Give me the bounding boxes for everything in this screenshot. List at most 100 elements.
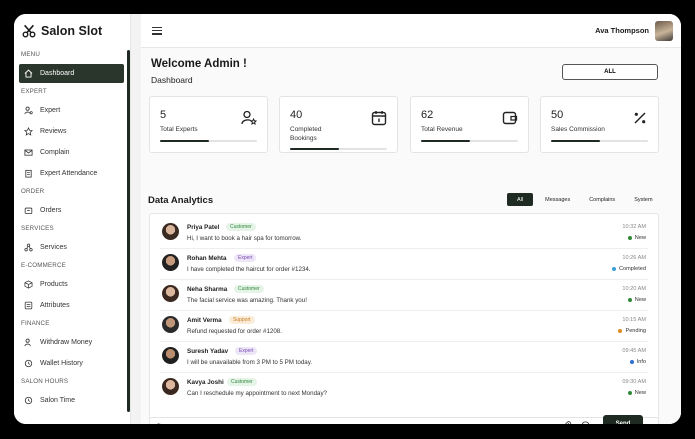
- message-time: 10:20 AM: [622, 286, 646, 292]
- list-item[interactable]: Neha Sharma Customer The facial service …: [160, 280, 648, 311]
- section-finance: FINANCE: [21, 320, 50, 327]
- history-icon: [24, 359, 33, 368]
- stat-value: 62: [421, 109, 434, 121]
- list-item[interactable]: Amit Verma Support Refund requested for …: [160, 311, 648, 342]
- sidebar-item-label: Dashboard: [40, 70, 75, 77]
- section-menu: MENU: [21, 51, 41, 58]
- status-badge: Info: [629, 359, 646, 365]
- stat-progress: [290, 148, 387, 150]
- cube-icon: [24, 280, 33, 289]
- role-badge: Customer: [227, 378, 257, 386]
- tab-messages[interactable]: Messages: [538, 193, 577, 206]
- stat-progress: [160, 140, 257, 142]
- status-label: Completed: [618, 266, 646, 272]
- status-dot: [629, 360, 634, 364]
- message-composer: Send: [149, 415, 659, 424]
- stat-card-sales-commission: 50 Sales Commission: [540, 96, 659, 153]
- status-dot: [627, 391, 632, 395]
- sidebar-item-label: Complain: [40, 149, 70, 156]
- status-label: Info: [636, 359, 646, 365]
- avatar: [655, 20, 673, 41]
- emoji-icon[interactable]: [581, 421, 590, 424]
- status-dot: [627, 236, 632, 240]
- role-badge: Customer: [226, 223, 256, 231]
- sidebar-item-services[interactable]: Services: [19, 238, 124, 257]
- mail-icon: [24, 149, 33, 156]
- status-dot: [611, 267, 616, 271]
- tab-complains[interactable]: Complains: [582, 193, 622, 206]
- message-time: 09:30 AM: [622, 379, 646, 385]
- message-time: 10:15 AM: [622, 317, 646, 323]
- status-badge: New: [627, 297, 646, 303]
- stat-value: 50: [551, 109, 564, 121]
- send-button[interactable]: Send: [603, 415, 643, 424]
- all-filter-button[interactable]: ALL: [562, 64, 658, 80]
- app-window: Salon Slot MENU Dashboard EXPERT Expert …: [14, 14, 681, 424]
- stat-progress-fill: [551, 140, 600, 142]
- paperclip-icon[interactable]: [563, 421, 572, 424]
- avatar: [162, 285, 179, 302]
- stat-card-total-experts: 5 Total Experts: [149, 96, 268, 153]
- sidebar-item-attributes[interactable]: Attributes: [19, 296, 124, 315]
- sidebar-item-expert[interactable]: Expert: [19, 101, 124, 120]
- stat-label: Sales Commission: [551, 126, 605, 133]
- list-item[interactable]: Kavya Joshi Customer Can I reschedule my…: [160, 373, 648, 404]
- sidebar-item-label: Salon Time: [40, 397, 76, 404]
- status-label: New: [634, 297, 646, 303]
- analytics-filter-tabs: All Messages Complains System: [507, 193, 660, 206]
- sidebar-item-salon-time[interactable]: Salon Time: [19, 391, 124, 410]
- user-star-icon: [241, 110, 257, 126]
- stat-label: Total Experts: [160, 126, 198, 133]
- list-item[interactable]: Priya Patel Customer Hi, I want to book …: [160, 218, 648, 249]
- sidebar-item-orders[interactable]: Orders: [19, 201, 124, 220]
- message-text: Refund requested for order #1208.: [187, 328, 282, 335]
- sidebar-item-dashboard[interactable]: Dashboard: [19, 64, 124, 83]
- sidebar-item-withdraw-money[interactable]: Withdraw Money: [19, 333, 124, 352]
- sidebar-item-reviews[interactable]: Reviews: [19, 122, 124, 141]
- list-item[interactable]: Rohan Mehta Expert I have completed the …: [160, 249, 648, 280]
- avatar: [162, 347, 179, 364]
- section-order: ORDER: [21, 188, 45, 195]
- message-time: 10:26 AM: [622, 255, 646, 261]
- stat-progress: [551, 140, 648, 142]
- sender-name: Neha Sharma: [187, 286, 228, 293]
- avatar: [162, 254, 179, 271]
- user-money-icon: [24, 338, 31, 347]
- dashboard-content: Welcome Admin ! Dashboard ALL 5 Total Ex…: [141, 48, 681, 424]
- sidebar-item-wallet-history[interactable]: Wallet History: [19, 354, 124, 373]
- status-badge: Completed: [611, 266, 646, 272]
- sidebar: Salon Slot MENU Dashboard EXPERT Expert …: [14, 14, 131, 424]
- role-badge: Support: [229, 316, 255, 324]
- tab-system[interactable]: System: [627, 193, 659, 206]
- status-dot: [627, 298, 632, 302]
- page-title: Welcome Admin !: [151, 58, 247, 70]
- box-icon: [24, 207, 33, 214]
- topbar: Ava Thompson: [141, 14, 681, 48]
- sidebar-scrollbar[interactable]: [127, 50, 130, 412]
- avatar: [162, 223, 179, 240]
- sidebar-item-expert-attendance[interactable]: Expert Attendance: [19, 164, 124, 183]
- message-list: Priya Patel Customer Hi, I want to book …: [149, 213, 659, 424]
- list-item[interactable]: Suresh Yadav Expert I will be unavailabl…: [160, 342, 648, 373]
- sidebar-item-label: Products: [40, 281, 68, 288]
- sidebar-item-label: Orders: [40, 207, 62, 214]
- status-badge: New: [627, 235, 646, 241]
- status-badge: Pending: [618, 328, 646, 334]
- sender-name: Rohan Mehta: [187, 255, 227, 262]
- sidebar-item-complain[interactable]: Complain: [19, 143, 124, 162]
- hamburger-menu-icon[interactable]: [152, 26, 162, 35]
- brand-name: Salon Slot: [41, 24, 103, 38]
- scissors-logo-icon: [22, 24, 36, 38]
- message-text: Can I reschedule my appointment to next …: [187, 390, 327, 397]
- status-label: New: [634, 390, 646, 396]
- user-menu[interactable]: Ava Thompson: [595, 20, 673, 41]
- clipboard-icon: [25, 169, 32, 178]
- message-text: The facial service was amazing. Thank yo…: [187, 297, 307, 304]
- sidebar-item-products[interactable]: Products: [19, 275, 124, 294]
- tab-all[interactable]: All: [507, 193, 534, 206]
- sidebar-item-label: Reviews: [40, 128, 67, 135]
- sender-name: Priya Patel: [187, 224, 220, 231]
- stat-label: Completed Bookings: [290, 126, 322, 142]
- section-title: Data Analytics: [148, 195, 214, 206]
- clock-icon: [24, 396, 33, 405]
